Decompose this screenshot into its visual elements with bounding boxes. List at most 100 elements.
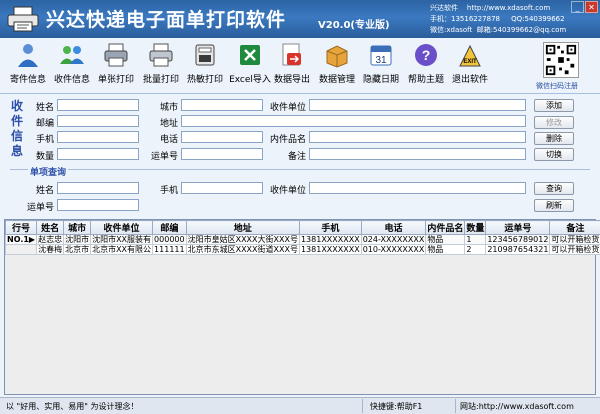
toolbar-data-manage[interactable]: 数据管理 <box>313 42 361 85</box>
printer-logo-icon <box>7 6 39 32</box>
box-icon <box>326 45 348 68</box>
label-zip: 邮编 <box>35 119 54 129</box>
table-cell: 024-XXXXXXXX <box>360 234 427 245</box>
input-city[interactable] <box>181 99 263 111</box>
users-icon <box>18 44 38 67</box>
exit-icon: EXIT <box>459 44 481 67</box>
column-header[interactable]: 手机 <box>298 220 362 235</box>
toolbar-single-print[interactable]: 单张打印 <box>92 42 140 85</box>
input-qty[interactable] <box>57 148 139 160</box>
column-header[interactable]: 数量 <box>464 220 487 235</box>
table-cell: 000000 <box>152 234 187 245</box>
toolbar-batch-print[interactable]: 批量打印 <box>137 42 185 85</box>
input-item-name[interactable] <box>309 131 526 143</box>
input-zip[interactable] <box>57 115 139 127</box>
printer-icon <box>104 43 128 67</box>
toolbar-label: 数据导出 <box>273 75 310 85</box>
toolbar-thermal-print[interactable]: 热敏打印 <box>181 42 229 85</box>
label-city: 城市 <box>159 103 178 113</box>
refresh-button[interactable]: 刷新 <box>534 199 574 212</box>
toolbar-label: 单张打印 <box>97 75 134 85</box>
status-divider <box>455 399 456 413</box>
table-cell <box>4 244 38 255</box>
label-phone: 手机 <box>35 135 54 145</box>
toolbar-help[interactable]: ? 帮助主题 <box>402 42 450 85</box>
table-cell: 沈阳市XX服装有 <box>90 234 154 245</box>
column-header[interactable]: 备注 <box>549 220 600 235</box>
status-slogan: 以 "好用、实用、易用" 为设计理念！ <box>6 402 139 411</box>
table-cell: 北京市XX有限公 <box>90 244 154 255</box>
input-recv-unit[interactable] <box>309 99 526 111</box>
table-cell: 1381XXXXXXX <box>298 244 362 255</box>
add-button[interactable]: 添加 <box>534 99 574 112</box>
minimize-button[interactable]: _ <box>571 1 584 13</box>
table-cell: 赵志忠 <box>36 234 65 245</box>
search-input-recv-unit[interactable] <box>309 182 526 194</box>
table-cell: 可以开箱检货 <box>549 234 600 245</box>
table-cell: 沈阳市皇姑区XXXX大街XXX号 <box>185 234 300 245</box>
table-cell: 210987654321 <box>485 244 551 255</box>
window-controls: _ ✕ <box>571 1 598 13</box>
input-tracking[interactable] <box>181 148 263 160</box>
modify-button[interactable]: 修改 <box>534 116 574 129</box>
toolbar-label: 寄件信息 <box>9 75 46 85</box>
column-header[interactable]: 姓名 <box>36 220 65 235</box>
input-tel[interactable] <box>181 131 263 143</box>
export-icon <box>282 43 301 66</box>
query-button[interactable]: 查询 <box>534 182 574 195</box>
column-header[interactable]: 收件单位 <box>90 220 154 235</box>
table-cell: 可以开箱检货 <box>549 244 600 255</box>
title-bar: 兴达快递电子面单打印软件 V20.0(专业版) 兴达软件 http://www.… <box>0 0 600 38</box>
search-label-recv-unit: 收件单位 <box>269 186 306 196</box>
toolbar-excel-import[interactable]: Excel导入 <box>226 42 274 85</box>
app-version: V20.0(专业版) <box>318 20 390 31</box>
input-name[interactable] <box>57 99 139 111</box>
toolbar-receiver-info[interactable]: 收件信息 <box>48 42 96 85</box>
input-phone[interactable] <box>57 131 139 143</box>
thermal-printer-icon <box>195 44 215 66</box>
search-input-name[interactable] <box>57 182 139 194</box>
search-label-phone: 手机 <box>159 186 178 196</box>
input-address[interactable] <box>181 115 526 127</box>
table-cell: 物品 <box>425 234 466 245</box>
data-table: 行号 姓名 城市 收件单位 邮编 地址 手机 电话 内件品名 数量 运单号 备注… <box>4 220 600 255</box>
search-input-tracking[interactable] <box>57 199 139 211</box>
table-cell: 1 <box>464 234 487 245</box>
status-website: 网站:http://www.xdasoft.com <box>460 402 574 411</box>
delete-button[interactable]: 删除 <box>534 132 574 145</box>
label-name: 姓名 <box>35 103 54 113</box>
exit-text: EXIT <box>463 59 477 65</box>
table-cell: 北京市东城区XXXX街道XXX号 <box>185 244 300 255</box>
label-tel: 电话 <box>159 135 178 145</box>
help-icon: ? <box>415 44 437 66</box>
search-label-tracking: 运单号 <box>26 203 54 213</box>
switch-button[interactable]: 切换 <box>534 148 574 161</box>
toolbar-data-export[interactable]: 数据导出 <box>268 42 316 85</box>
toolbar-exit[interactable]: EXIT 退出软件 <box>446 42 494 85</box>
printer-icon <box>149 43 173 67</box>
toolbar-label: 数据管理 <box>318 75 355 85</box>
toolbar-sender-info[interactable]: 寄件信息 <box>4 42 52 85</box>
table-cell: 010-XXXXXXXX <box>360 244 427 255</box>
column-header[interactable]: 邮编 <box>152 220 187 235</box>
status-hotkey: 快捷键:帮助F1 <box>370 402 423 411</box>
column-header[interactable]: 内件品名 <box>425 220 466 235</box>
label-tracking: 运单号 <box>150 152 178 162</box>
group-icon <box>60 46 84 64</box>
toolbar-label: 批量打印 <box>142 75 179 85</box>
column-header[interactable]: 城市 <box>63 220 92 235</box>
column-header[interactable]: 地址 <box>185 220 300 235</box>
column-header[interactable]: 电话 <box>360 220 427 235</box>
search-label-name: 姓名 <box>35 186 54 196</box>
input-note[interactable] <box>309 148 526 160</box>
toolbar-label: 收件信息 <box>53 75 90 85</box>
toolbar-label: Excel导入 <box>229 75 271 85</box>
data-grid[interactable]: 行号 姓名 城市 收件单位 邮编 地址 手机 电话 内件品名 数量 运单号 备注… <box>4 219 600 395</box>
close-button[interactable]: ✕ <box>585 1 598 13</box>
table-row[interactable]: NO.1▶ 赵志忠 沈阳市 沈阳市XX服装有 000000 沈阳市皇姑区XXXX… <box>4 234 600 245</box>
table-row[interactable]: 沈春梅 北京市 北京市XX有限公 111111 北京市东城区XXXX街道XXX号… <box>4 244 600 255</box>
column-header[interactable]: 行号 <box>4 220 38 235</box>
toolbar-hide-date[interactable]: 31 隐藏日期 <box>357 42 405 85</box>
search-input-phone[interactable] <box>181 182 263 194</box>
column-header[interactable]: 运单号 <box>485 220 551 235</box>
